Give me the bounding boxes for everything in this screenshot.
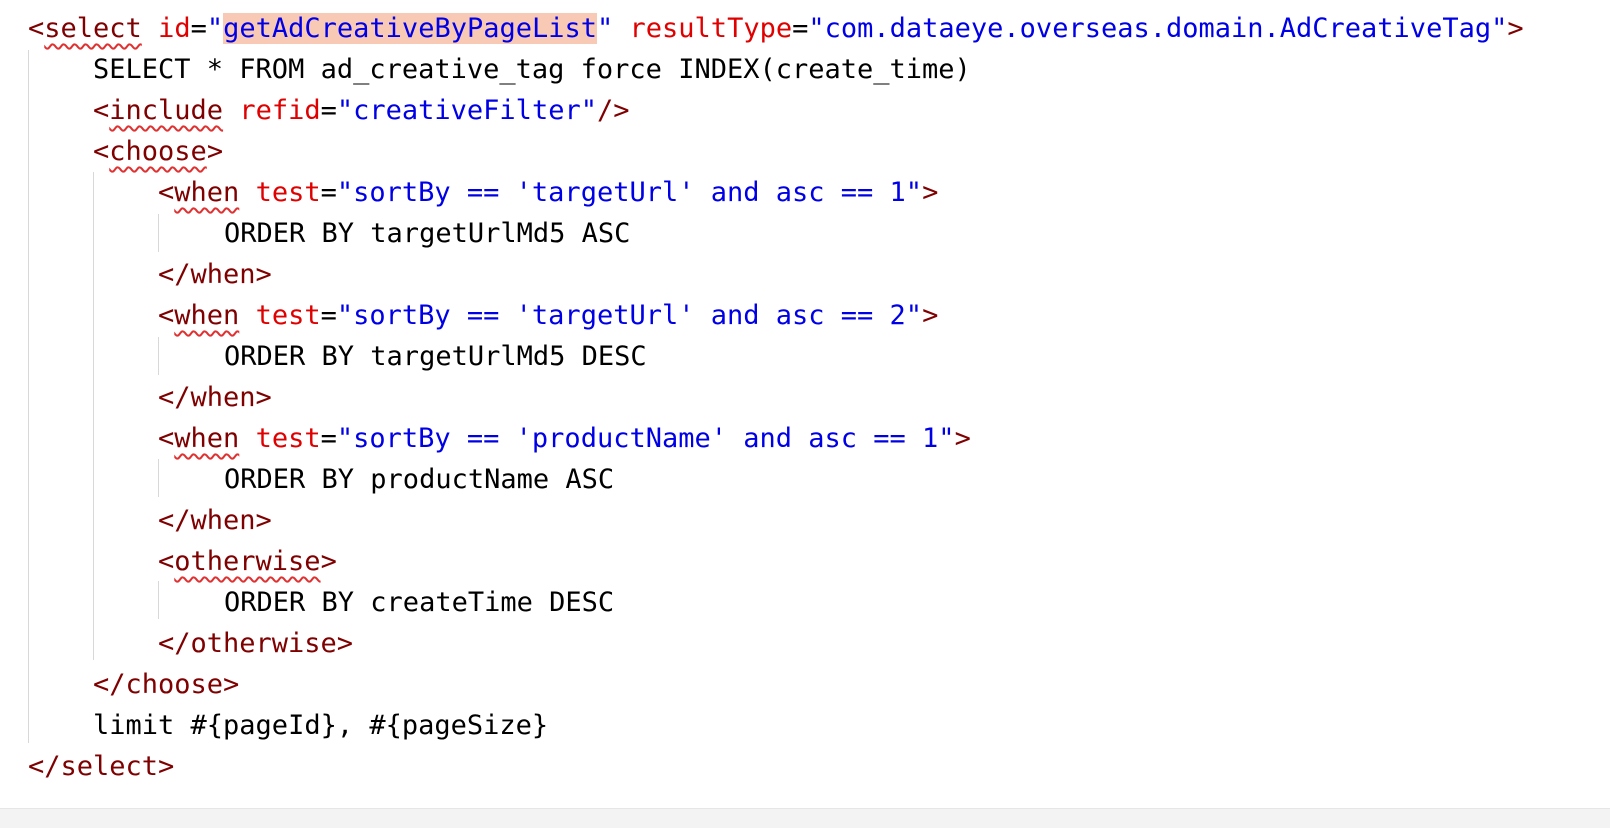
equals-sign: =	[320, 423, 337, 454]
code-line[interactable]: ORDER BY targetUrlMd5 ASC	[28, 213, 1524, 254]
tag-open-bracket: <	[158, 300, 175, 331]
code-line[interactable]: </when>	[28, 254, 1524, 295]
quote: "	[597, 13, 614, 44]
code-line[interactable]: </when>	[28, 377, 1524, 418]
equals-sign: =	[792, 13, 809, 44]
code-line[interactable]: <when test="sortBy == 'targetUrl' and as…	[28, 172, 1524, 213]
tag-name: select	[44, 13, 142, 44]
attribute-name: test	[255, 300, 321, 331]
closing-tag: </choose>	[93, 669, 240, 700]
sql-text: ORDER BY targetUrlMd5 DESC	[224, 341, 647, 372]
code-line[interactable]: </otherwise>	[28, 623, 1524, 664]
tag-open-bracket: <	[28, 13, 45, 44]
tag-open-bracket: <	[93, 95, 110, 126]
code-line[interactable]: <otherwise>	[28, 541, 1524, 582]
tag-name: choose	[109, 136, 207, 167]
code-line[interactable]: ORDER BY productName ASC	[28, 459, 1524, 500]
code-line[interactable]: ORDER BY createTime DESC	[28, 582, 1524, 623]
attribute-name: refid	[239, 95, 321, 126]
code-line[interactable]: </choose>	[28, 664, 1524, 705]
tag-name: otherwise	[174, 546, 321, 577]
closing-tag: </when>	[158, 505, 272, 536]
code-line[interactable]: <select id="getAdCreativeByPageList" res…	[28, 8, 1524, 49]
code-content[interactable]: <select id="getAdCreativeByPageList" res…	[28, 8, 1524, 787]
closing-tag: </select>	[28, 751, 175, 782]
code-editor[interactable]: <select id="getAdCreativeByPageList" res…	[0, 0, 1610, 808]
tag-close-bracket: >	[320, 546, 337, 577]
closing-tag: </when>	[158, 259, 272, 290]
tag-open-bracket: <	[158, 423, 175, 454]
closing-tag: </when>	[158, 382, 272, 413]
tag-close-bracket: >	[922, 177, 939, 208]
tag-name: when	[174, 423, 240, 454]
tag-close-bracket: >	[954, 423, 971, 454]
attribute-value: "creativeFilter"	[336, 95, 597, 126]
tag-name: when	[174, 177, 240, 208]
tag-close-bracket: >	[922, 300, 939, 331]
tag-name: include	[109, 95, 224, 126]
code-line[interactable]: <when test="sortBy == 'productName' and …	[28, 418, 1524, 459]
attribute-name: resultType	[629, 13, 793, 44]
horizontal-scrollbar[interactable]	[0, 808, 1610, 828]
sql-text: ORDER BY targetUrlMd5 ASC	[224, 218, 631, 249]
equals-sign: =	[320, 95, 337, 126]
equals-sign: =	[320, 300, 337, 331]
attribute-name: test	[255, 177, 321, 208]
sql-text: ORDER BY productName ASC	[224, 464, 615, 495]
tag-open-bracket: <	[158, 546, 175, 577]
tag-close-bracket: >	[1507, 13, 1524, 44]
closing-tag: </otherwise>	[158, 628, 354, 659]
tag-open-bracket: <	[93, 136, 110, 167]
code-line[interactable]: <when test="sortBy == 'targetUrl' and as…	[28, 295, 1524, 336]
code-line[interactable]: <choose>	[28, 131, 1524, 172]
equals-sign: =	[190, 13, 207, 44]
attribute-value: "sortBy == 'productName' and asc == 1"	[336, 423, 955, 454]
sql-text: SELECT * FROM ad_creative_tag force INDE…	[93, 54, 971, 85]
attribute-value: "sortBy == 'targetUrl' and asc == 2"	[336, 300, 923, 331]
code-line[interactable]: SELECT * FROM ad_creative_tag force INDE…	[28, 49, 1524, 90]
tag-close-bracket: />	[596, 95, 630, 126]
sql-text: limit #{pageId}, #{pageSize}	[93, 710, 549, 741]
tag-name: when	[174, 300, 240, 331]
attribute-name: test	[255, 423, 321, 454]
attribute-name: id	[158, 13, 191, 44]
code-line[interactable]: limit #{pageId}, #{pageSize}	[28, 705, 1524, 746]
attribute-value: "sortBy == 'targetUrl' and asc == 1"	[336, 177, 923, 208]
sql-text: ORDER BY createTime DESC	[224, 587, 615, 618]
highlighted-attribute-value[interactable]: getAdCreativeByPageList	[223, 13, 597, 44]
code-line[interactable]: </when>	[28, 500, 1524, 541]
tag-close-bracket: >	[206, 136, 224, 167]
code-line[interactable]: ORDER BY targetUrlMd5 DESC	[28, 336, 1524, 377]
code-line[interactable]: <include refid="creativeFilter"/>	[28, 90, 1524, 131]
tag-open-bracket: <	[158, 177, 175, 208]
attribute-value: "com.dataeye.overseas.domain.AdCreativeT…	[808, 13, 1508, 44]
code-line[interactable]: </select>	[28, 746, 1524, 787]
equals-sign: =	[320, 177, 337, 208]
quote: "	[206, 13, 224, 44]
